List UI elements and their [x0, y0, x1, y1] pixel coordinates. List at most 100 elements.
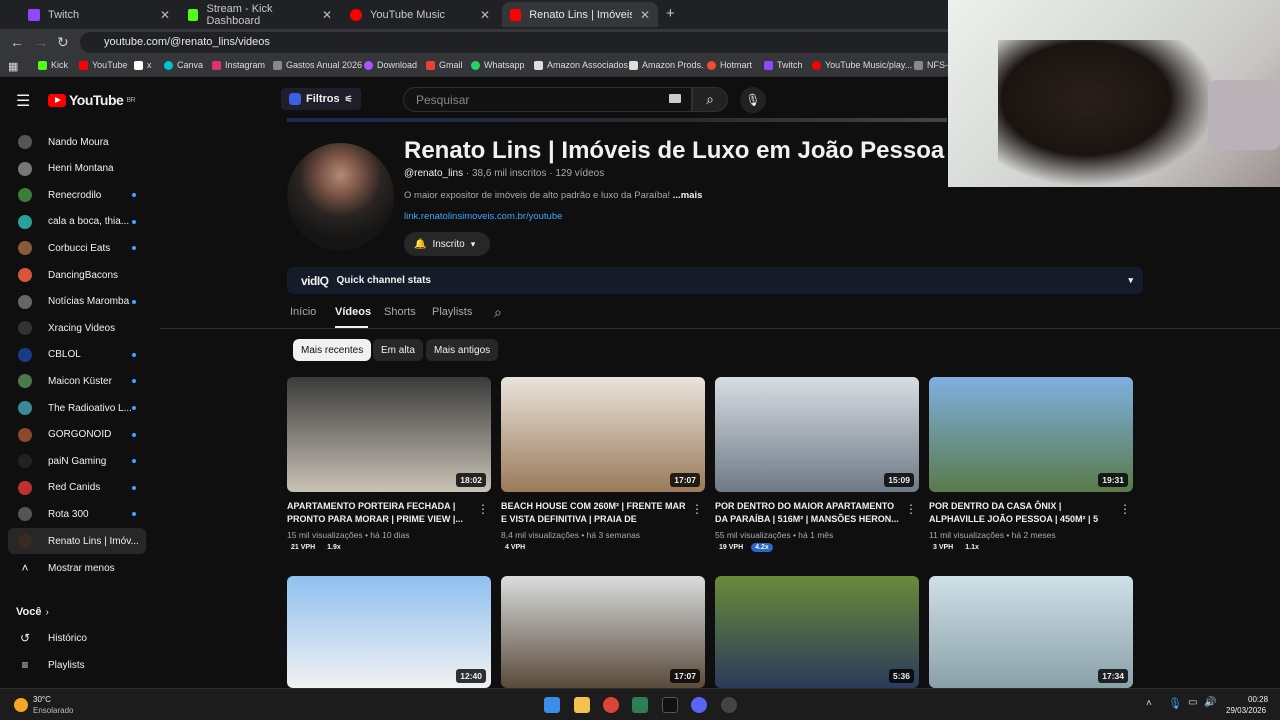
browser-tab-twitch[interactable]: Twitch ✕ — [20, 2, 178, 27]
video-card[interactable]: 12:40 — [287, 576, 491, 688]
video-card[interactable]: 17:07 — [501, 576, 705, 688]
reload-icon[interactable]: ↻ — [57, 34, 69, 51]
sidebar-item-playlists[interactable]: ≡ Playlists — [8, 652, 146, 678]
more-options-icon[interactable]: ⋮ — [477, 502, 489, 516]
tiktok-icon[interactable] — [662, 697, 678, 713]
filters-button[interactable]: Filtros ⚟ — [281, 88, 361, 110]
clock-date[interactable]: 29/03/2026 — [1226, 706, 1266, 715]
volume-icon[interactable]: 🔊 — [1204, 697, 1216, 708]
more-options-icon[interactable]: ⋮ — [1119, 502, 1131, 516]
video-title[interactable]: BEACH HOUSE COM 260M² | FRENTE MAR E VIS… — [501, 500, 687, 526]
search-input[interactable]: Pesquisar — [403, 87, 692, 112]
app-icon[interactable] — [632, 697, 648, 713]
url-field[interactable]: youtube.com/@renato_lins/videos — [80, 32, 960, 53]
chevron-down-icon[interactable]: ▾ — [1128, 275, 1133, 286]
sidebar-subscription-item[interactable]: Corbucci Eats — [8, 235, 146, 261]
bookmark-amazon-prods[interactable]: Amazon Prods. — [629, 60, 704, 70]
close-tab-icon[interactable]: ✕ — [480, 8, 490, 22]
tab-shorts[interactable]: Shorts — [384, 306, 416, 318]
video-thumbnail[interactable]: 12:40 — [287, 576, 491, 688]
sidebar-subscription-item[interactable]: Xracing Videos — [8, 315, 146, 341]
sidebar-subscription-item[interactable]: DancingBacons — [8, 262, 146, 288]
new-tab-button[interactable]: + — [666, 5, 675, 22]
browser-tab-renato-lins[interactable]: Renato Lins | Imóveis de Luxo e ✕ — [502, 2, 658, 27]
windows-start-icon[interactable] — [544, 697, 560, 713]
sidebar-subscription-item[interactable]: Notícias Maromba — [8, 289, 146, 315]
video-thumbnail[interactable]: 17:34 — [929, 576, 1133, 688]
more-options-icon[interactable]: ⋮ — [691, 502, 703, 516]
bookmark-amazon-associados[interactable]: Amazon Associados — [534, 60, 628, 70]
bookmark-instagram[interactable]: Instagram — [212, 60, 265, 70]
sidebar-subscription-item[interactable]: Rota 300 — [8, 501, 146, 527]
show-less-button[interactable]: ˄ Mostrar menos — [8, 555, 146, 581]
video-card[interactable]: 15:09 POR DENTRO DO MAIOR APARTAMENTO DA … — [715, 377, 919, 552]
video-card[interactable]: 18:02 APARTAMENTO PORTEIRA FECHADA | PRON… — [287, 377, 491, 552]
video-card[interactable]: 17:07 BEACH HOUSE COM 260M² | FRENTE MAR … — [501, 377, 705, 552]
chip-mais-antigos[interactable]: Mais antigos — [426, 339, 499, 361]
bookmark-whatsapp[interactable]: Whatsapp — [471, 60, 525, 70]
more-options-icon[interactable]: ⋮ — [905, 502, 917, 516]
youtube-logo[interactable]: YouTube BR — [48, 92, 136, 108]
file-explorer-icon[interactable] — [574, 697, 590, 713]
sidebar-subscription-item[interactable]: Renecrodilo — [8, 182, 146, 208]
video-card[interactable]: 19:31 POR DENTRO DA CASA ÔNIX | ALPHAVILL… — [929, 377, 1133, 552]
channel-search-icon[interactable]: ⌕ — [494, 304, 502, 321]
video-thumbnail[interactable]: 17:07 — [501, 576, 705, 688]
browser-tab-kick[interactable]: Stream - Kick Dashboard ✕ — [180, 2, 340, 27]
close-tab-icon[interactable]: ✕ — [640, 8, 650, 22]
description-more[interactable]: ...mais — [673, 190, 703, 201]
tab-playlists[interactable]: Playlists — [432, 306, 472, 318]
sidebar-subscription-item[interactable]: cala a boca, thia... — [8, 209, 146, 235]
sidebar-subscription-item[interactable]: Henri Montana — [8, 156, 146, 182]
network-icon[interactable]: ▭ — [1188, 697, 1197, 708]
video-title[interactable]: APARTAMENTO PORTEIRA FECHADA | PRONTO PA… — [287, 500, 473, 526]
settings-icon[interactable] — [721, 697, 737, 713]
bookmark-youtube[interactable]: YouTube — [79, 60, 127, 70]
bookmark-twitch[interactable]: Twitch — [764, 60, 803, 70]
sidebar-item-history[interactable]: ↺ Histórico — [8, 625, 146, 651]
video-thumbnail[interactable]: 5:36 — [715, 576, 919, 688]
sidebar-subscription-item[interactable]: CBLOL — [8, 342, 146, 368]
discord-icon[interactable] — [691, 697, 707, 713]
sidebar-subscription-item[interactable]: Nando Moura — [8, 129, 146, 155]
video-thumbnail[interactable]: 18:02 — [287, 377, 491, 492]
sidebar-subscription-item[interactable]: Maicon Küster — [8, 368, 146, 394]
tab-videos[interactable]: Vídeos — [335, 306, 371, 318]
vidiq-quick-stats[interactable]: vidIQ Quick channel stats ▾ — [287, 267, 1143, 294]
back-icon[interactable]: ← — [10, 34, 24, 50]
video-title[interactable]: POR DENTRO DA CASA ÔNIX | ALPHAVILLE JOÃ… — [929, 500, 1115, 526]
video-title[interactable]: POR DENTRO DO MAIOR APARTAMENTO DA PARAÍ… — [715, 500, 901, 526]
sidebar-subscription-item[interactable]: Renato Lins | Imóv... — [8, 528, 146, 554]
chrome-icon[interactable] — [603, 697, 619, 713]
bookmark-canva[interactable]: Canva — [164, 60, 203, 70]
video-thumbnail[interactable]: 15:09 — [715, 377, 919, 492]
browser-tab-youtube-music[interactable]: YouTube Music ✕ — [342, 2, 498, 27]
video-card[interactable]: 5:36 — [715, 576, 919, 688]
sidebar-subscription-item[interactable]: Red Canids — [8, 475, 146, 501]
video-thumbnail[interactable]: 17:07 — [501, 377, 705, 492]
keyboard-icon[interactable] — [669, 94, 681, 103]
microphone-icon[interactable]: 🎙 — [1168, 697, 1182, 710]
clock-time[interactable]: 00:28 — [1248, 695, 1268, 704]
channel-description[interactable]: O maior expositor de imóveis de alto pad… — [404, 190, 702, 201]
search-button[interactable]: ⌕ — [692, 87, 728, 112]
bookmark-kick[interactable]: Kick — [38, 60, 68, 70]
chip-em-alta[interactable]: Em alta — [373, 339, 423, 361]
chevron-up-icon[interactable]: ˄ — [1146, 698, 1152, 709]
apps-grid-icon[interactable]: ▦ — [8, 60, 18, 73]
sidebar-subscription-item[interactable]: paiN Gaming — [8, 448, 146, 474]
bookmark-gastos[interactable]: Gastos Anual 2026 — [273, 60, 362, 70]
forward-icon[interactable]: → — [34, 34, 48, 50]
close-tab-icon[interactable]: ✕ — [322, 8, 332, 22]
subscribed-button[interactable]: 🔔 Inscrito ▾ — [404, 232, 490, 256]
bookmark-x[interactable]: x — [134, 60, 152, 70]
you-section-header[interactable]: Você › — [8, 599, 146, 625]
close-tab-icon[interactable]: ✕ — [160, 8, 170, 22]
bookmark-gmail[interactable]: Gmail — [426, 60, 463, 70]
bookmark-youtube-music[interactable]: YouTube Music/play... — [812, 60, 912, 70]
sidebar-subscription-item[interactable]: GORGONOID — [8, 422, 146, 448]
video-card[interactable]: 17:34 — [929, 576, 1133, 688]
bookmark-hotmart[interactable]: Hotmart — [707, 60, 752, 70]
chip-mais-recentes[interactable]: Mais recentes — [293, 339, 372, 361]
voice-search-button[interactable]: 🎙 — [740, 87, 766, 113]
